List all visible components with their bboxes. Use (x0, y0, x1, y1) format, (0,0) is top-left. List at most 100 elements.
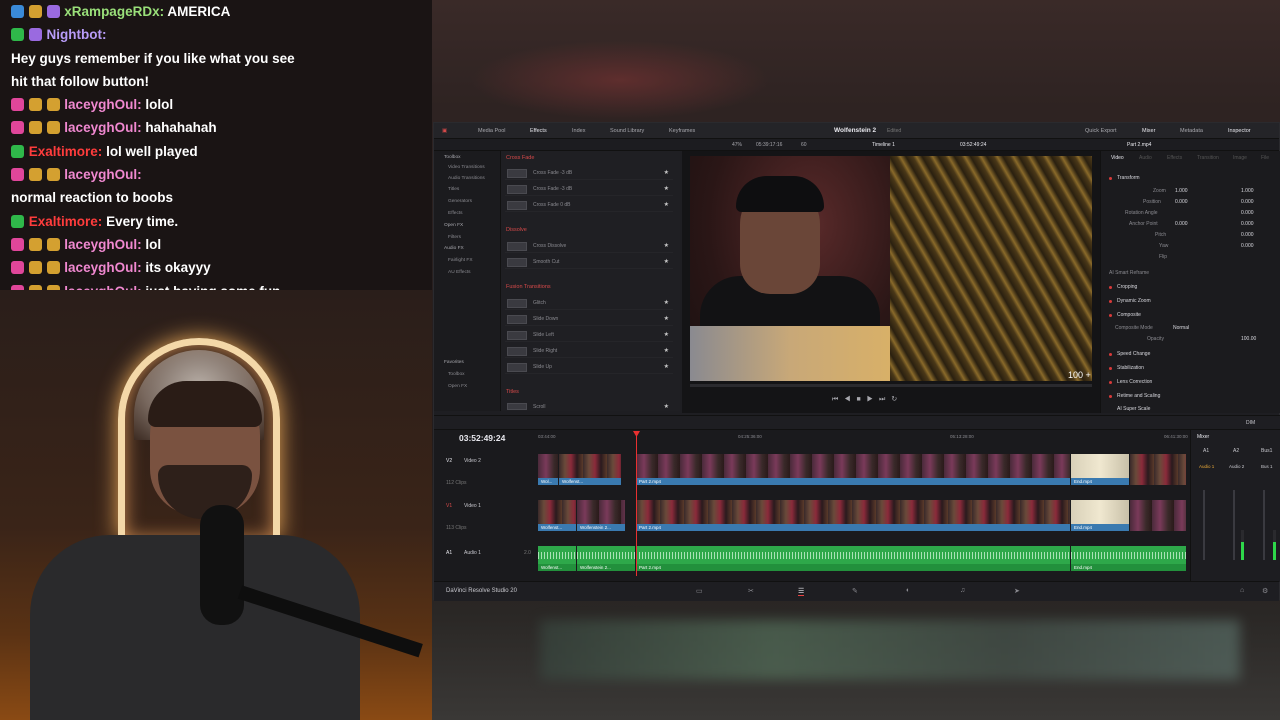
tree-fav-toolbox[interactable]: Toolbox (448, 372, 465, 377)
timeline-name[interactable]: Timeline 1 (872, 142, 895, 148)
dim-button[interactable]: DIM (1246, 420, 1255, 426)
chat-username[interactable]: laceyghOul (64, 97, 137, 112)
deliver-page-icon[interactable]: ➤ (1014, 587, 1020, 595)
pitch-value[interactable]: 0.000 (1241, 232, 1254, 238)
composite-header[interactable]: Composite (1117, 312, 1141, 318)
star-icon[interactable]: ★ (664, 331, 669, 338)
enable-dot[interactable] (1109, 381, 1112, 384)
timeline-clip[interactable]: Part 2.mp4 (636, 500, 1070, 531)
transform-header[interactable]: Transform (1117, 175, 1140, 181)
effect-item[interactable]: Smooth Cut ★ (505, 256, 673, 269)
star-icon[interactable]: ★ (664, 363, 669, 370)
section-titles[interactable]: Titles (506, 389, 519, 395)
effect-item[interactable]: Slide Right ★ (505, 345, 673, 358)
enable-dot[interactable] (1109, 286, 1112, 289)
effect-item[interactable]: Scroll ★ (505, 401, 673, 410)
section-fusion-transitions[interactable]: Fusion Transitions (506, 284, 551, 290)
anchor-x[interactable]: 0.000 (1175, 221, 1188, 227)
cropping-header[interactable]: Cropping (1117, 284, 1137, 290)
enable-dot[interactable] (1109, 353, 1112, 356)
star-icon[interactable]: ★ (664, 169, 669, 176)
timeline-viewer[interactable]: 100 + ⏮◀■▶⏭↻ (682, 151, 1100, 413)
inspector-tab-file[interactable]: File (1261, 155, 1269, 161)
effect-item[interactable]: Cross Fade -3 dB ★ (505, 183, 673, 196)
edit-page-icon[interactable]: ☰ (798, 587, 805, 596)
speed-change-header[interactable]: Speed Change (1117, 351, 1150, 357)
inspector-tab-transition[interactable]: Transition (1197, 155, 1219, 161)
tab-quick-export[interactable]: Quick Export (1085, 128, 1116, 134)
smart-reframe-header[interactable]: AI Smart Reframe (1109, 270, 1149, 276)
tree-effects[interactable]: Effects (448, 211, 463, 216)
tree-au-effects[interactable]: AU Effects (448, 270, 471, 275)
tab-mixer[interactable]: Mixer (1142, 128, 1155, 134)
settings-gear-icon[interactable]: ⚙ (1262, 587, 1268, 595)
cut-page-icon[interactable]: ✂ (748, 587, 754, 595)
media-page-icon[interactable]: ▭ (696, 587, 703, 595)
timeline-clip[interactable] (1130, 454, 1186, 485)
enable-dot[interactable] (1109, 300, 1112, 303)
fader-a2[interactable] (1233, 490, 1235, 560)
enable-dot[interactable] (1109, 314, 1112, 317)
tree-fav-open-fx[interactable]: Open FX (448, 384, 467, 389)
tab-inspector[interactable]: Inspector (1228, 128, 1251, 134)
tab-media-pool[interactable]: Media Pool (478, 128, 506, 134)
retime-scaling-header[interactable]: Retime and Scaling (1117, 393, 1160, 399)
playhead[interactable] (636, 434, 637, 576)
timeline-clip[interactable] (1130, 500, 1186, 531)
tab-index[interactable]: Index (572, 128, 585, 134)
star-icon[interactable]: ★ (664, 185, 669, 192)
chat-username[interactable]: laceyghOul (64, 120, 137, 135)
audio-clip[interactable]: Wolfenstein 2... (577, 546, 635, 571)
fairlight-page-icon[interactable]: ♫ (960, 587, 965, 594)
effect-item[interactable]: Slide Down ★ (505, 313, 673, 326)
tree-audio-fx[interactable]: Audio FX (444, 246, 464, 251)
star-icon[interactable]: ★ (664, 258, 669, 265)
star-icon[interactable]: ★ (664, 403, 669, 410)
inspector-tab-effects[interactable]: Effects (1167, 155, 1182, 161)
section-dissolve[interactable]: Dissolve (506, 227, 527, 233)
tree-generators[interactable]: Generators (448, 199, 472, 204)
star-icon[interactable]: ★ (664, 242, 669, 249)
fusion-page-icon[interactable]: ✎ (852, 587, 858, 595)
mixer-channel[interactable]: Bus1 (1261, 448, 1272, 454)
audio-clip[interactable]: Part 2.mp4 (636, 546, 1070, 571)
timeline-clip[interactable]: Part 2.mp4 (636, 454, 1070, 485)
yaw-value[interactable]: 0.000 (1241, 243, 1254, 249)
fader-bus1[interactable] (1263, 490, 1265, 560)
chat-username[interactable]: laceyghOul (64, 260, 137, 275)
enable-dot[interactable] (1109, 177, 1112, 180)
chat-username[interactable]: Exaltimore (29, 214, 98, 229)
transport-controls[interactable]: ⏮◀■▶⏭↻ (832, 395, 903, 404)
tree-audio-transitions[interactable]: Audio Transitions (448, 176, 485, 181)
tab-metadata[interactable]: Metadata (1180, 128, 1203, 134)
effect-item[interactable]: Cross Dissolve ★ (505, 240, 673, 253)
home-icon[interactable]: ⌂ (1240, 587, 1244, 594)
tree-toolbox[interactable]: Toolbox (444, 155, 461, 160)
super-scale-header[interactable]: AI Super Scale (1117, 406, 1150, 412)
chat-username[interactable]: Nightbot (47, 27, 102, 42)
audio-clip[interactable]: End.mp4 (1071, 546, 1186, 571)
enable-dot[interactable] (1109, 395, 1112, 398)
tree-open-fx[interactable]: Open FX (444, 223, 463, 228)
tab-sound-library[interactable]: Sound Library (610, 128, 644, 134)
viewer-scrubber[interactable] (690, 384, 1092, 387)
zoom-x[interactable]: 1.000 (1175, 188, 1188, 194)
star-icon[interactable]: ★ (664, 201, 669, 208)
timeline-clip[interactable]: Wolfenst... (559, 454, 621, 485)
effect-item[interactable]: Cross Fade 0 dB ★ (505, 199, 673, 212)
tree-titles[interactable]: Titles (448, 187, 459, 192)
tree-favorites[interactable]: Favorites (444, 360, 464, 365)
enable-dot[interactable] (1109, 367, 1112, 370)
rotation-value[interactable]: 0.000 (1241, 210, 1254, 216)
effect-item[interactable]: Slide Up ★ (505, 361, 673, 374)
tree-fairlight-fx[interactable]: Fairlight FX (448, 258, 473, 263)
timeline-clip[interactable]: End.mp4 (1071, 454, 1129, 485)
tree-filters[interactable]: Filters (448, 235, 461, 240)
chat-username[interactable]: xRampageRDx (64, 4, 159, 19)
composite-mode-select[interactable]: Normal (1173, 325, 1189, 331)
viewer-zoom[interactable]: 47% (732, 142, 742, 148)
opacity-value[interactable]: 100.00 (1241, 336, 1256, 342)
effect-item[interactable]: Slide Left ★ (505, 329, 673, 342)
star-icon[interactable]: ★ (664, 347, 669, 354)
chat-username[interactable]: laceyghOul (64, 167, 137, 182)
